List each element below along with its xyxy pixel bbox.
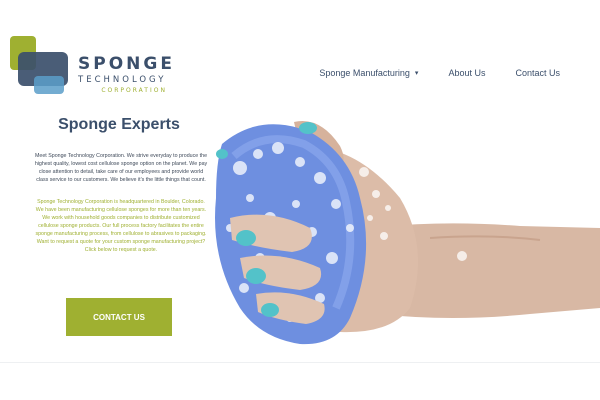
- logo-wordmark: SPONGE TECHNOLOGY CORPORATION: [78, 56, 175, 95]
- logo-line-corporation: CORPORATION: [101, 87, 167, 94]
- nav-item-about-us[interactable]: About Us: [448, 68, 485, 78]
- hand-sponge-image: [215, 121, 600, 345]
- nav-label-about-us: About Us: [448, 68, 486, 78]
- nav-label-contact-us: Contact Us: [515, 68, 560, 78]
- logo-mark-icon: [10, 36, 68, 94]
- logo-line-sponge: SPONGE: [78, 54, 175, 74]
- chevron-down-icon[interactable]: ▾: [415, 69, 419, 77]
- contact-us-button[interactable]: CONTACT US: [66, 298, 172, 336]
- logo-line-technology: TECHNOLOGY: [78, 75, 167, 85]
- headquarters-paragraph: Sponge Technology Corporation is headqua…: [35, 199, 207, 253]
- page: SPONGE TECHNOLOGY CORPORATION Sponge Man…: [0, 0, 600, 400]
- nav-label-sponge-manufacturing: Sponge Manufacturing: [319, 68, 410, 78]
- intro-paragraph: Meet Sponge Technology Corporation. We s…: [34, 153, 208, 184]
- main-nav: Sponge Manufacturing ▾ About Us Contact …: [319, 68, 560, 78]
- section-divider: [0, 362, 600, 363]
- nav-item-contact-us[interactable]: Contact Us: [515, 68, 560, 78]
- company-logo[interactable]: SPONGE TECHNOLOGY CORPORATION: [10, 34, 172, 98]
- page-title: Sponge Experts: [58, 116, 180, 133]
- nav-item-sponge-manufacturing[interactable]: Sponge Manufacturing ▾: [319, 68, 418, 78]
